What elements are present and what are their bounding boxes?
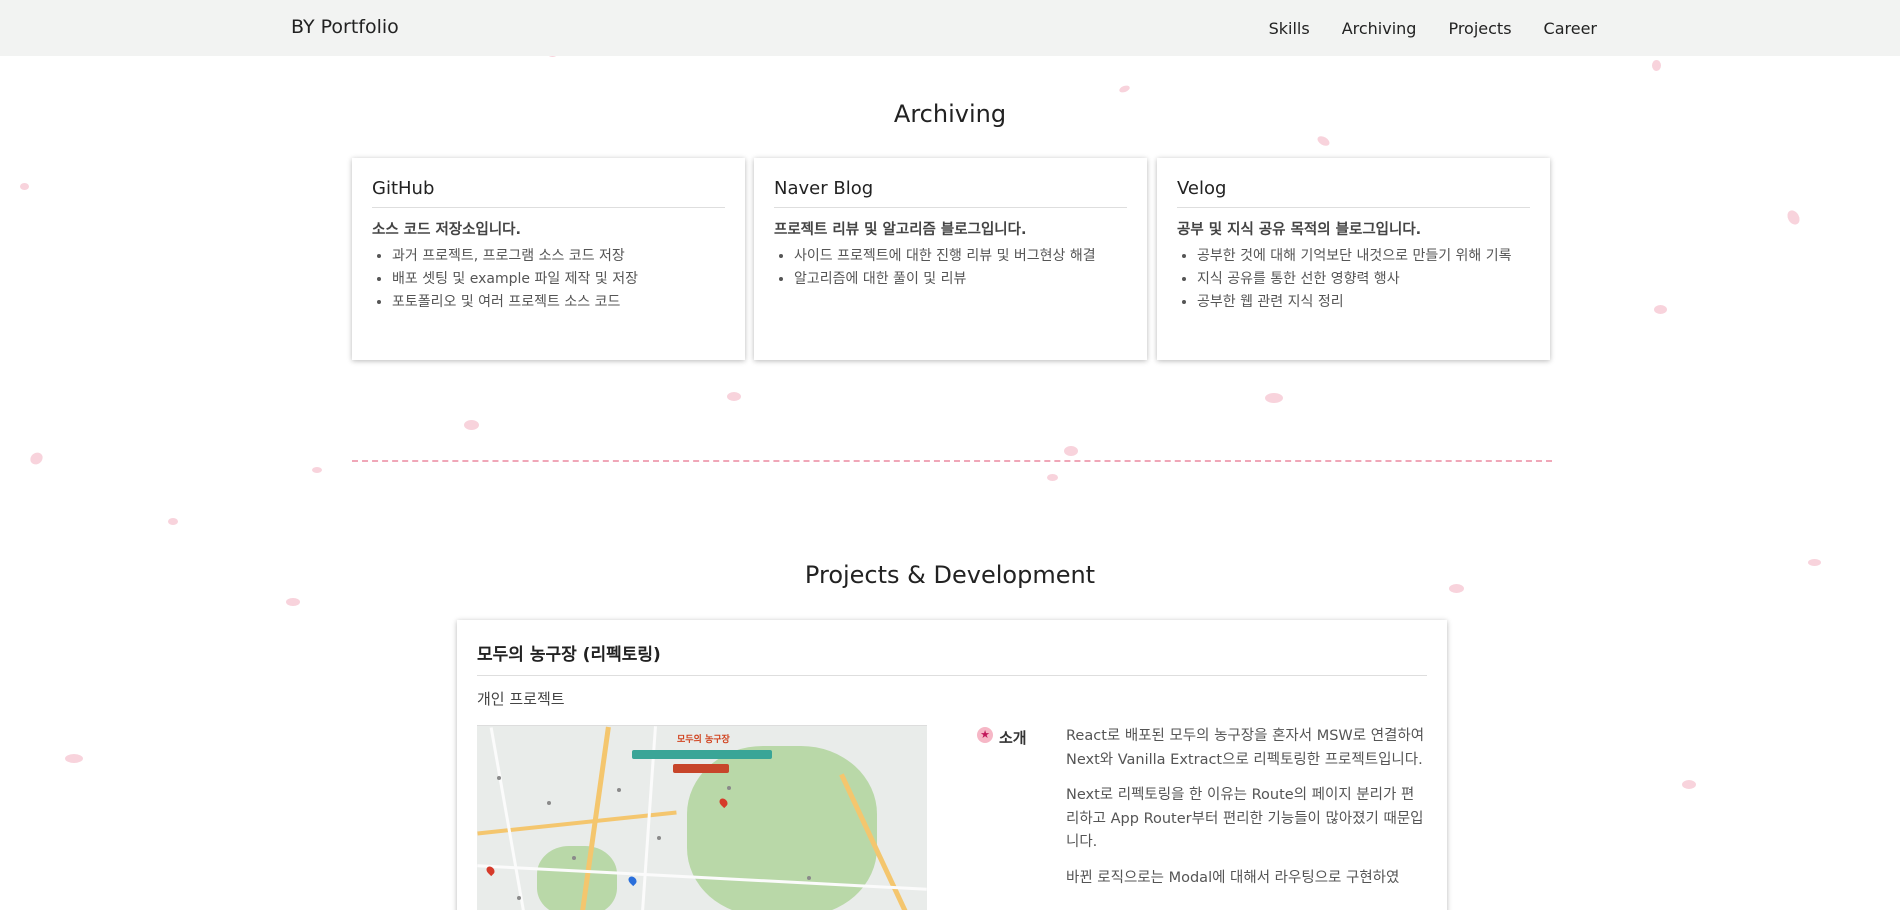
petal-decoration <box>727 392 741 401</box>
project-screenshot: 모두의 농구장 <box>477 725 927 910</box>
list-item: 알고리즘에 대한 풀이 및 리뷰 <box>794 268 1127 291</box>
list-item: 사이드 프로젝트에 대한 진행 리뷰 및 버그현상 해결 <box>794 245 1127 268</box>
archiving-title: Archiving <box>893 100 1007 128</box>
archive-card-github[interactable]: GitHub 소스 코드 저장소입니다. 과거 프로젝트, 프로그램 소스 코드… <box>352 158 745 360</box>
petal-decoration <box>20 183 29 190</box>
screenshot-banner <box>632 750 772 759</box>
petal-decoration <box>1784 208 1803 227</box>
archive-card-velog[interactable]: Velog 공부 및 지식 공유 목적의 블로그입니다. 공부한 것에 대해 기… <box>1157 158 1550 360</box>
petal-decoration <box>1682 780 1696 789</box>
intro-label-text: 소개 <box>999 729 1027 747</box>
petal-decoration <box>286 598 300 606</box>
card-list: 사이드 프로젝트에 대한 진행 리뷰 및 버그현상 해결 알고리즘에 대한 풀이… <box>774 245 1127 291</box>
project-title: 모두의 농구장 (리펙토링) <box>477 640 1427 676</box>
card-title: Naver Blog <box>774 178 1127 208</box>
list-item: 공부한 것에 대해 기억보단 내것으로 만들기 위해 기록 <box>1197 245 1530 268</box>
card-title: Velog <box>1177 178 1530 208</box>
intro-paragraph: Next로 리펙토링을 한 이유는 Route의 페이지 분리가 편리하고 Ap… <box>1066 787 1424 850</box>
intro-paragraph: React로 배포된 모두의 농구장을 혼자서 MSW로 연결하여 Next와 … <box>1066 728 1425 768</box>
card-list: 과거 프로젝트, 프로그램 소스 코드 저장 배포 셋팅 및 example 파… <box>372 245 725 314</box>
list-item: 지식 공유를 통한 선한 영향력 행사 <box>1197 268 1530 291</box>
petal-decoration <box>168 518 178 525</box>
petal-decoration <box>65 754 83 763</box>
project-card: 모두의 농구장 (리펙토링) 개인 프로젝트 모두의 농구장 ★ 소개 Reac… <box>457 620 1447 910</box>
map-marker <box>617 788 621 792</box>
petal-decoration <box>464 420 479 430</box>
petal-decoration <box>312 467 322 473</box>
petal-decoration <box>1064 446 1078 456</box>
card-description: 프로젝트 리뷰 및 알고리즘 블로그입니다. <box>774 222 1027 238</box>
list-item: 과거 프로젝트, 프로그램 소스 코드 저장 <box>392 245 725 268</box>
map-marker <box>497 776 501 780</box>
map-road <box>489 727 528 910</box>
card-description: 소스 코드 저장소입니다. <box>372 222 522 238</box>
top-navbar: BY Portfolio Skills Archiving Projects C… <box>0 0 1900 56</box>
petal-decoration <box>27 450 46 467</box>
archive-card-naver-blog[interactable]: Naver Blog 프로젝트 리뷰 및 알고리즘 블로그입니다. 사이드 프로… <box>754 158 1147 360</box>
petal-decoration <box>1265 393 1283 403</box>
map-marker <box>572 856 576 860</box>
card-list: 공부한 것에 대해 기억보단 내것으로 만들기 위해 기록 지식 공유를 통한 … <box>1177 245 1530 314</box>
list-item: 배포 셋팅 및 example 파일 제작 및 저장 <box>392 268 725 291</box>
nav-link-skills[interactable]: Skills <box>1269 19 1310 38</box>
project-type: 개인 프로젝트 <box>477 690 565 708</box>
card-description: 공부 및 지식 공유 목적의 블로그입니다. <box>1177 222 1422 238</box>
petal-decoration <box>1315 134 1332 148</box>
star-icon: ★ <box>977 727 993 743</box>
card-title: GitHub <box>372 178 725 208</box>
petal-decoration <box>1652 60 1661 71</box>
screenshot-button <box>673 764 729 773</box>
screenshot-app-logo: 모두의 농구장 <box>677 735 730 745</box>
petal-decoration <box>1118 84 1131 94</box>
map-marker <box>807 876 811 880</box>
map-marker <box>657 836 661 840</box>
map-pin-icon <box>626 874 639 887</box>
map-park-area <box>537 846 617 910</box>
petal-decoration <box>1654 305 1667 314</box>
section-divider <box>352 460 1552 462</box>
list-item: 포토폴리오 및 여러 프로젝트 소스 코드 <box>392 291 725 314</box>
intro-label: ★ 소개 <box>977 725 1066 910</box>
map-marker <box>547 801 551 805</box>
projects-title: Projects & Development <box>804 561 1096 589</box>
petal-decoration <box>1047 474 1058 481</box>
nav-links: Skills Archiving Projects Career <box>1269 19 1597 38</box>
nav-link-projects[interactable]: Projects <box>1448 19 1511 38</box>
map-marker <box>727 786 731 790</box>
nav-link-archiving[interactable]: Archiving <box>1342 19 1417 38</box>
project-intro: ★ 소개 React로 배포된 모두의 농구장을 혼자서 MSW로 연결하여 N… <box>977 725 1427 910</box>
map-marker <box>517 896 521 900</box>
nav-link-career[interactable]: Career <box>1544 19 1597 38</box>
intro-text: React로 배포된 모두의 농구장을 혼자서 MSW로 연결하여 Next와 … <box>1066 725 1426 910</box>
project-body: 모두의 농구장 ★ 소개 React로 배포된 모두의 농구장을 혼자서 MSW… <box>477 725 1427 910</box>
brand-logo[interactable]: BY Portfolio <box>291 16 399 38</box>
intro-paragraph: 바뀐 로직으로는 Modal에 대해서 라우팅으로 구현하였 <box>1066 869 1400 886</box>
list-item: 공부한 웹 관련 지식 정리 <box>1197 291 1530 314</box>
